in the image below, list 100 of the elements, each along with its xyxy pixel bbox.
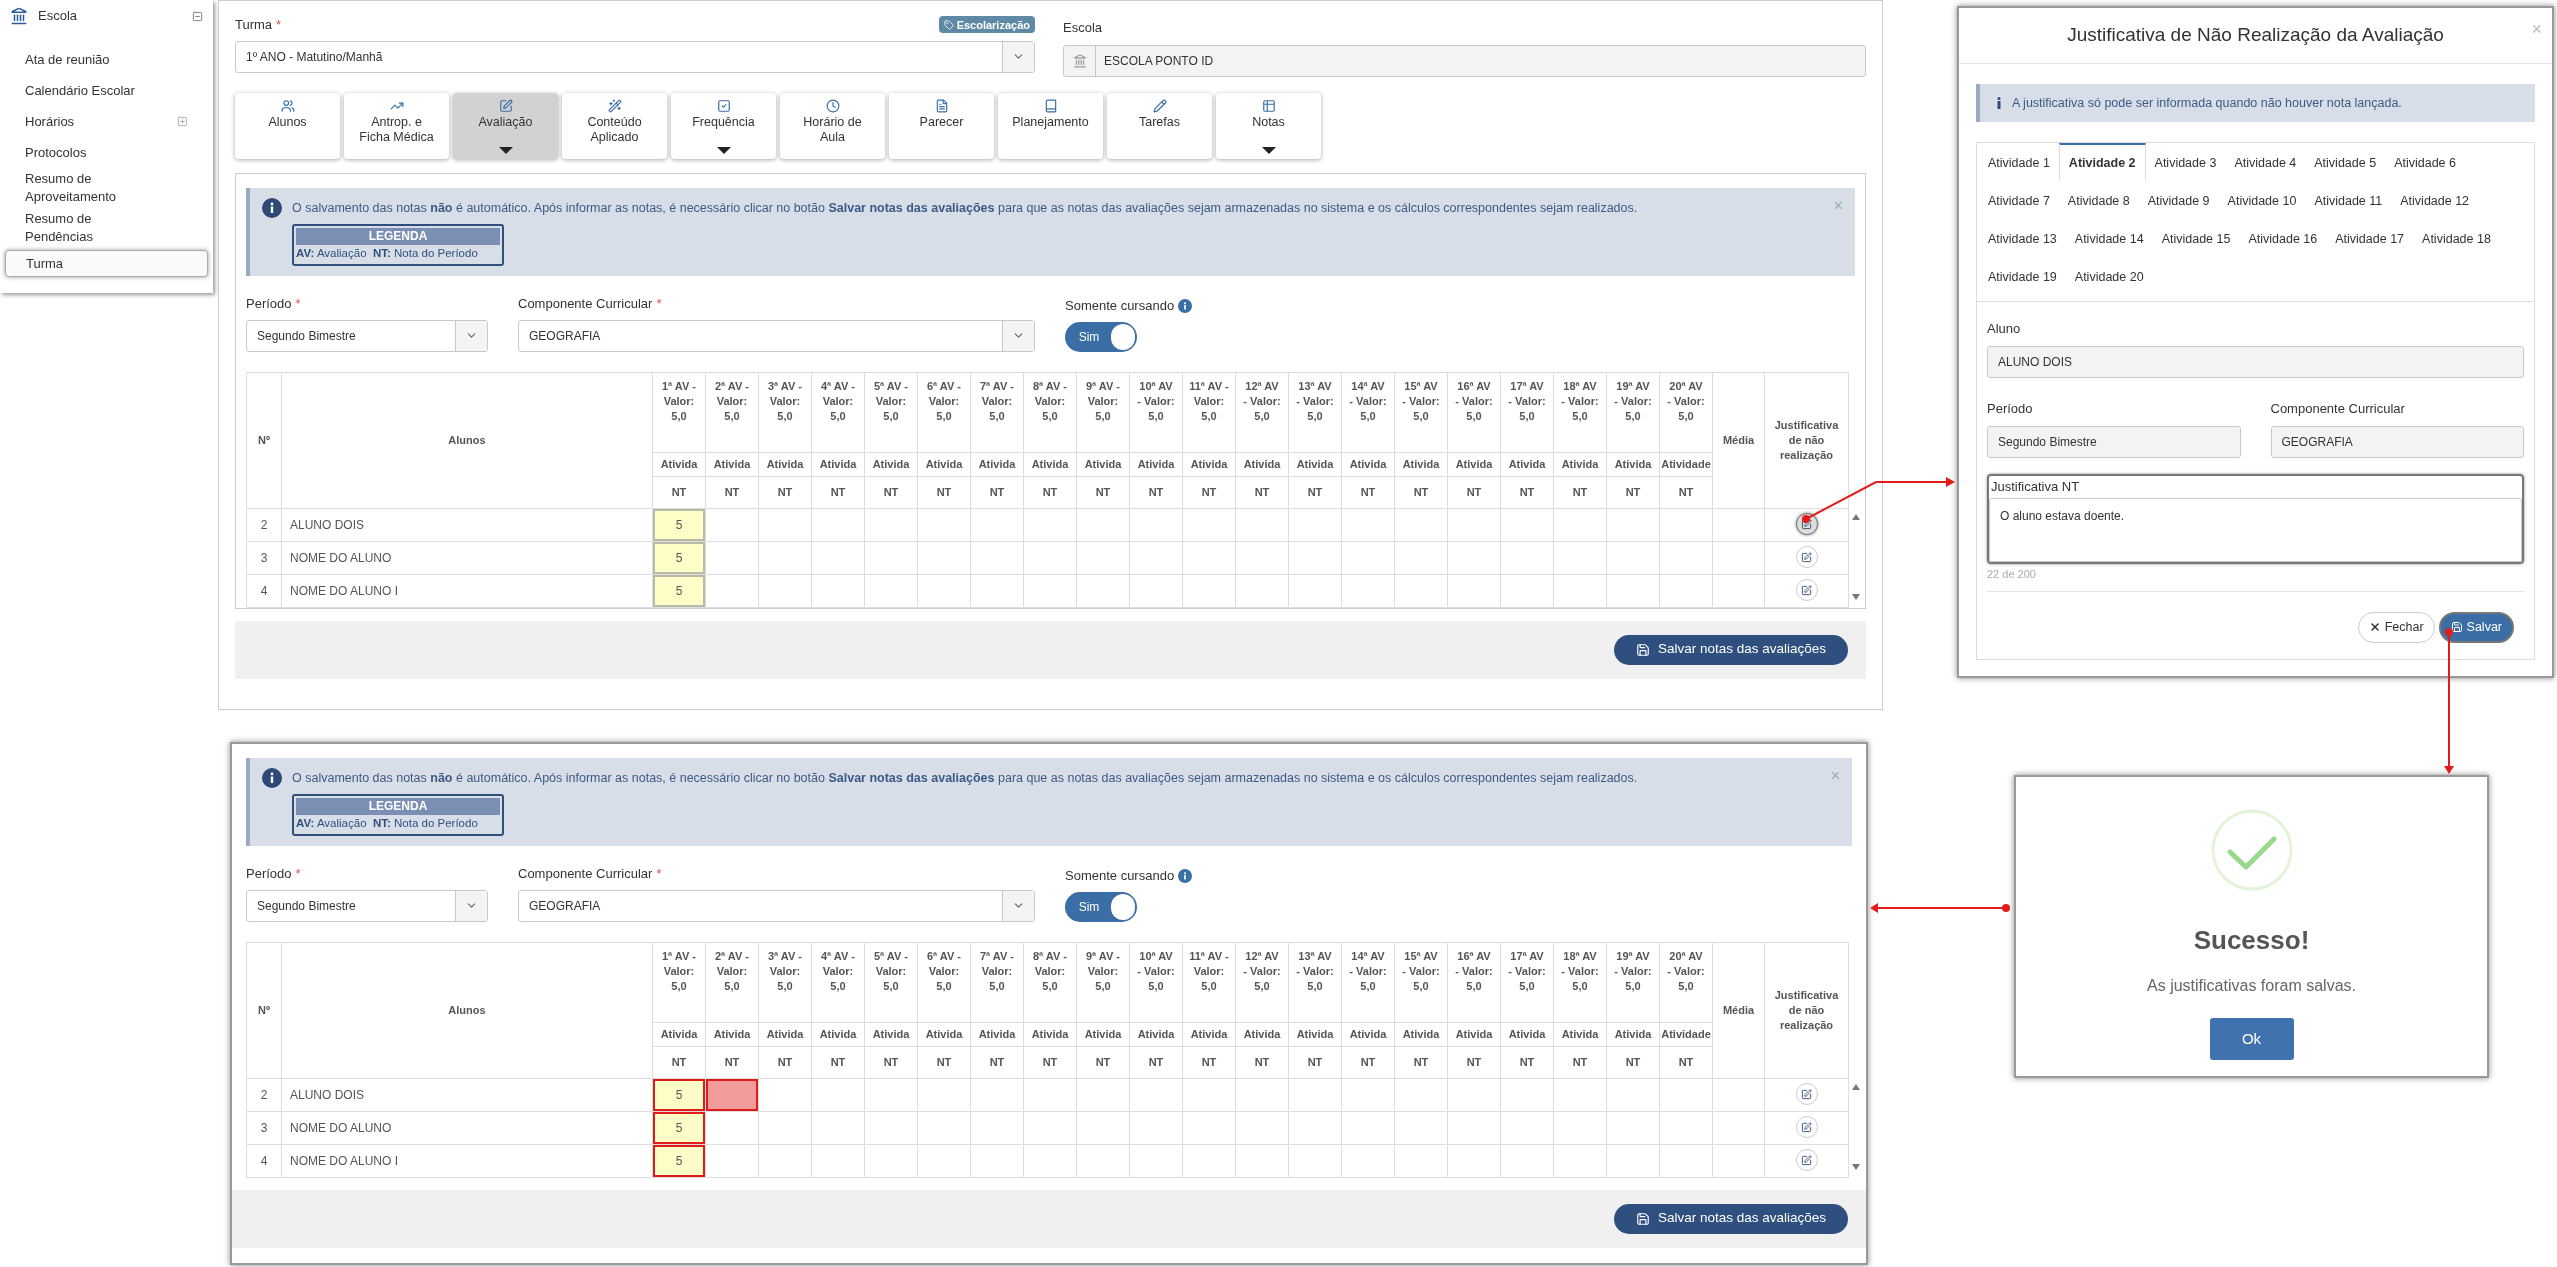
scroll-down-icon[interactable] bbox=[1852, 593, 1860, 600]
module-tab[interactable]: Parecer bbox=[889, 93, 994, 159]
activity-tab[interactable]: Atividade 17 bbox=[2326, 219, 2414, 257]
grade-cell[interactable] bbox=[1129, 1111, 1183, 1144]
grade-cell[interactable] bbox=[1394, 1078, 1448, 1111]
grade-cell[interactable] bbox=[1659, 1144, 1713, 1177]
grade-cell[interactable] bbox=[1341, 1144, 1395, 1177]
activity-tab[interactable]: Atividade 3 bbox=[2145, 143, 2226, 181]
grade-cell[interactable] bbox=[1500, 1111, 1554, 1144]
scroll-down-icon[interactable] bbox=[1852, 1163, 1860, 1170]
grade-cell[interactable] bbox=[917, 1111, 971, 1144]
grade-cell[interactable]: 5 bbox=[652, 574, 706, 607]
grade-cell[interactable] bbox=[1500, 508, 1554, 541]
activity-tab[interactable]: Atividade 18 bbox=[2413, 219, 2500, 257]
save-button[interactable]: Salvar notas das avaliações bbox=[1613, 1203, 1848, 1234]
grade-cell[interactable] bbox=[1235, 1078, 1289, 1111]
grade-cell[interactable] bbox=[1606, 1144, 1660, 1177]
grade-cell[interactable] bbox=[1394, 1111, 1448, 1144]
sidebar-item[interactable]: Turma bbox=[5, 250, 208, 277]
grade-cell[interactable]: 5 bbox=[652, 1144, 706, 1177]
edit-button[interactable] bbox=[1795, 579, 1818, 601]
activity-tab[interactable]: Atividade 2 bbox=[2058, 143, 2146, 181]
grade-cell[interactable] bbox=[864, 508, 918, 541]
grade-cell[interactable] bbox=[1023, 508, 1077, 541]
grade-cell[interactable] bbox=[758, 1078, 812, 1111]
grade-cell[interactable] bbox=[864, 574, 918, 607]
grade-cell[interactable] bbox=[705, 1111, 759, 1144]
grade-cell[interactable] bbox=[1447, 541, 1501, 574]
grade-cell[interactable] bbox=[970, 1144, 1024, 1177]
sidebar-item[interactable]: Ata de reunião bbox=[5, 46, 208, 73]
grade-cell[interactable]: 5 bbox=[652, 1111, 706, 1144]
activity-tab[interactable]: Atividade 19 bbox=[1979, 257, 2066, 295]
grade-cell[interactable] bbox=[917, 1078, 971, 1111]
grade-cell[interactable] bbox=[1023, 541, 1077, 574]
grade-cell[interactable] bbox=[917, 508, 971, 541]
grade-cell[interactable] bbox=[864, 1111, 918, 1144]
grade-cell[interactable] bbox=[1288, 541, 1342, 574]
activity-tab[interactable]: Atividade 1 bbox=[1979, 143, 2059, 181]
select-field[interactable]: Segundo Bimestre bbox=[246, 889, 488, 922]
module-tab[interactable]: Tarefas bbox=[1107, 93, 1212, 159]
sidebar-item[interactable]: Resumo de Pendências bbox=[5, 210, 208, 246]
select-field[interactable]: GEOGRAFIA bbox=[518, 319, 1035, 352]
grade-cell[interactable] bbox=[1553, 1144, 1607, 1177]
grade-cell[interactable] bbox=[1023, 574, 1077, 607]
grade-cell[interactable] bbox=[758, 541, 812, 574]
grade-cell[interactable] bbox=[970, 541, 1024, 574]
grade-cell[interactable] bbox=[1553, 1078, 1607, 1111]
edit-button[interactable] bbox=[1795, 1116, 1818, 1138]
grade-cell[interactable] bbox=[1076, 1144, 1130, 1177]
module-tab[interactable]: Alunos bbox=[235, 93, 340, 159]
grade-cell[interactable] bbox=[1182, 541, 1236, 574]
grade-cell[interactable] bbox=[811, 574, 865, 607]
grade-cell[interactable] bbox=[1447, 1078, 1501, 1111]
toggle-switch[interactable]: Sim bbox=[1065, 321, 1137, 352]
activity-tab[interactable]: Atividade 9 bbox=[2138, 181, 2219, 219]
grade-cell[interactable] bbox=[1341, 541, 1395, 574]
grade-cell[interactable] bbox=[1500, 1144, 1554, 1177]
grade-cell[interactable] bbox=[1235, 1111, 1289, 1144]
grade-cell[interactable] bbox=[1235, 508, 1289, 541]
grade-cell[interactable] bbox=[1447, 1111, 1501, 1144]
grade-cell[interactable] bbox=[1076, 1111, 1130, 1144]
grade-cell[interactable] bbox=[1447, 1144, 1501, 1177]
activity-tab[interactable]: Atividade 20 bbox=[2065, 257, 2153, 295]
grade-cell[interactable] bbox=[705, 574, 759, 607]
select-field[interactable]: 1º ANO - Matutino/Manhã bbox=[235, 40, 1035, 73]
activity-tab[interactable]: Atividade 16 bbox=[2239, 219, 2327, 257]
grade-cell[interactable] bbox=[1553, 541, 1607, 574]
grade-cell[interactable] bbox=[705, 508, 759, 541]
grade-cell[interactable] bbox=[758, 1111, 812, 1144]
grade-cell[interactable] bbox=[1023, 1144, 1077, 1177]
grade-cell[interactable] bbox=[1553, 574, 1607, 607]
module-tab[interactable]: Notas bbox=[1216, 93, 1321, 159]
grade-cell[interactable] bbox=[1129, 541, 1183, 574]
grade-cell[interactable] bbox=[811, 508, 865, 541]
grade-cell[interactable]: 5 bbox=[652, 508, 706, 541]
grade-cell[interactable] bbox=[917, 541, 971, 574]
grade-cell[interactable] bbox=[758, 1144, 812, 1177]
select-field[interactable]: Segundo Bimestre bbox=[246, 319, 488, 352]
grade-cell[interactable] bbox=[1129, 574, 1183, 607]
grade-cell[interactable] bbox=[758, 574, 812, 607]
module-tab[interactable]: Antrop. e Ficha Médica bbox=[344, 93, 449, 159]
grade-cell[interactable] bbox=[864, 541, 918, 574]
grade-cell[interactable] bbox=[1553, 1111, 1607, 1144]
module-tab[interactable]: Conteúdo Aplicado bbox=[562, 93, 667, 159]
grade-cell[interactable] bbox=[1659, 541, 1713, 574]
grade-cell[interactable] bbox=[758, 508, 812, 541]
activity-tab[interactable]: Atividade 15 bbox=[2152, 219, 2240, 257]
grade-cell[interactable] bbox=[1553, 508, 1607, 541]
sidebar-item[interactable]: Calendário Escolar bbox=[5, 77, 208, 104]
grade-cell[interactable] bbox=[1076, 574, 1130, 607]
expand-icon[interactable] bbox=[177, 116, 188, 127]
grade-cell[interactable] bbox=[917, 1144, 971, 1177]
activity-tab[interactable]: Atividade 6 bbox=[2385, 143, 2465, 181]
activity-tab[interactable]: Atividade 11 bbox=[2305, 181, 2392, 219]
grade-cell[interactable] bbox=[1341, 574, 1395, 607]
grade-cell[interactable] bbox=[1288, 574, 1342, 607]
scroll-up-icon[interactable] bbox=[1852, 1083, 1860, 1090]
edit-button[interactable] bbox=[1795, 1149, 1818, 1171]
grade-cell[interactable] bbox=[1182, 574, 1236, 607]
save-button[interactable]: Salvar bbox=[2438, 611, 2514, 643]
